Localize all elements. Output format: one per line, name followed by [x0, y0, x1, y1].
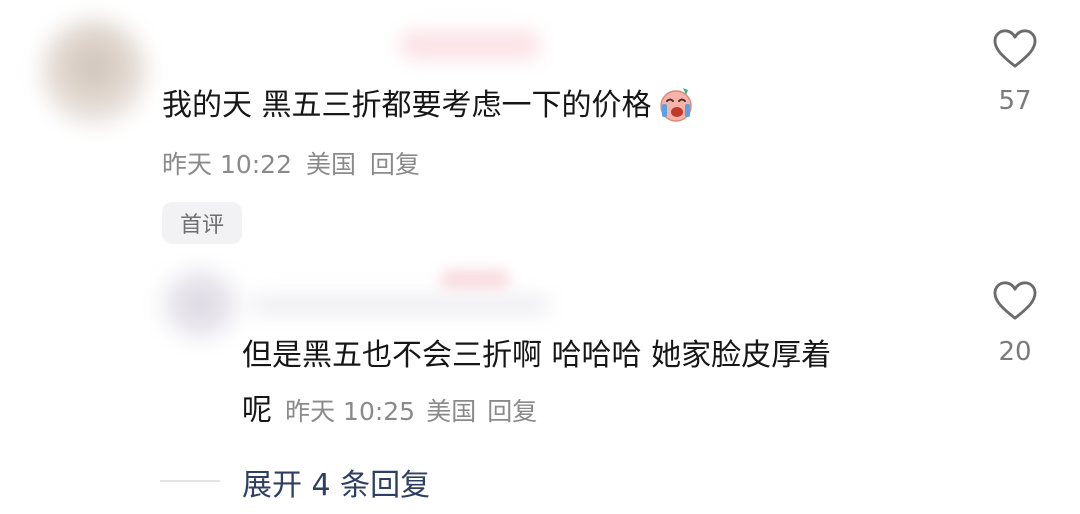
comment-text: 我的天 黑五三折都要考虑一下的价格 [162, 84, 696, 124]
reply-text-line2: 呢 [242, 393, 272, 428]
reply-text-line1: 但是黑五也不会三折啊 哈哈哈 她家脸皮厚着 [242, 338, 832, 373]
location: 美国 [305, 150, 356, 179]
divider [160, 480, 220, 482]
location: 美国 [426, 397, 477, 426]
crying-face-icon [656, 84, 696, 124]
reply-second-line: 呢 昨天 10:25 美国 回复 [242, 392, 537, 429]
comment-body: 我的天 黑五三折都要考虑一下的价格 [162, 88, 652, 123]
like-count: 20 [998, 337, 1032, 367]
heart-icon[interactable] [992, 280, 1038, 322]
comment-meta: 昨天 10:22 美国 回复 [162, 145, 420, 181]
first-comment-badge: 首评 [162, 202, 242, 244]
like-count: 57 [998, 86, 1032, 116]
reply-button[interactable]: 回复 [370, 150, 420, 179]
reply-avatar[interactable] [160, 268, 240, 340]
timestamp: 昨天 10:22 [162, 150, 292, 179]
expand-replies-button[interactable]: 展开 4 条回复 [242, 460, 430, 504]
username-blurred[interactable] [400, 30, 540, 60]
avatar[interactable] [40, 18, 148, 126]
like-button[interactable] [992, 280, 1038, 326]
reply-username-blurred [250, 294, 550, 316]
reply-username-blurred[interactable] [440, 270, 510, 290]
heart-icon[interactable] [992, 28, 1038, 70]
timestamp: 昨天 10:25 [285, 397, 416, 426]
like-button[interactable] [992, 28, 1038, 74]
reply-button[interactable]: 回复 [487, 397, 537, 426]
